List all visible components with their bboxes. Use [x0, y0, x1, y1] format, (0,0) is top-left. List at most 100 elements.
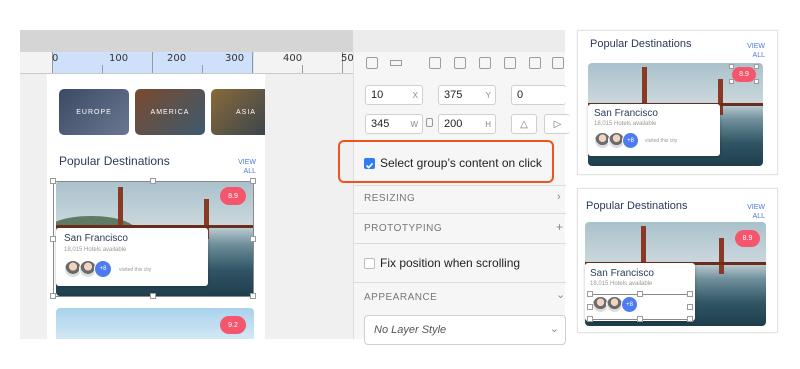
ruler-tick: [102, 65, 103, 73]
view-text: VIEW: [238, 159, 256, 166]
canvas-toolbar-strip: [20, 30, 353, 52]
align-top-icon[interactable]: [429, 57, 441, 69]
divider: [354, 243, 566, 244]
distribute-icon[interactable]: [390, 60, 402, 66]
chevron-right-icon[interactable]: ›: [557, 191, 561, 203]
align-middle-icon[interactable]: [454, 57, 466, 69]
align-vertical-icon[interactable]: [529, 57, 541, 69]
preview-card-unselected: Popular Destinations VIEW ALL 8.9 San Fra…: [577, 30, 778, 175]
appearance-header[interactable]: APPEARANCE: [364, 292, 437, 303]
fix-position-checkbox[interactable]: [364, 258, 375, 269]
resize-handle[interactable]: [50, 178, 56, 184]
hotels-count: 18,015 Hotels available: [594, 121, 657, 127]
height-field[interactable]: 200 H: [438, 114, 496, 134]
highlight-box: [338, 140, 554, 183]
prototyping-header[interactable]: PROTOTYPING: [364, 223, 442, 234]
resize-handle[interactable]: [150, 178, 156, 184]
view-all-link[interactable]: VIEW ALL: [232, 158, 256, 176]
add-icon[interactable]: +: [556, 220, 563, 234]
chevron-down-icon[interactable]: ⌄: [556, 288, 565, 301]
resizing-header[interactable]: RESIZING: [364, 193, 415, 204]
resize-handle[interactable]: [637, 316, 643, 322]
rotation-value: 0: [517, 89, 524, 101]
ruler-selection-range: [52, 52, 254, 73]
inspector-panel: 10 X 375 Y 0 345 W 200 H △ ▷ Select grou…: [353, 52, 570, 345]
resize-handle[interactable]: [50, 293, 56, 299]
align-right-icon[interactable]: [552, 57, 564, 69]
horizontal-ruler: 0 100 200 300 400 50: [20, 52, 353, 74]
resize-handle[interactable]: [250, 178, 256, 184]
layer-style-value: No Layer Style: [374, 324, 447, 336]
ruler-tick: [302, 65, 303, 73]
divider: [354, 282, 566, 283]
resize-handle[interactable]: [587, 316, 593, 322]
width-field[interactable]: 345 W: [365, 114, 423, 134]
ruler-tick: [152, 52, 153, 73]
y-value: 375: [444, 89, 463, 101]
city-name: San Francisco: [590, 268, 654, 279]
fix-position-label: Fix position when scrolling: [380, 256, 521, 270]
resize-handle[interactable]: [637, 291, 643, 297]
y-field[interactable]: 375 Y: [438, 85, 496, 105]
resize-handle[interactable]: [587, 291, 593, 297]
rating-badge: 8.9: [732, 67, 756, 82]
resize-handle[interactable]: [687, 291, 693, 297]
divider: [354, 185, 566, 186]
rotation-field[interactable]: 0: [511, 85, 566, 105]
city-name: San Francisco: [594, 108, 658, 119]
view-all-link[interactable]: VIEW ALL: [743, 42, 765, 60]
height-value: 200: [444, 118, 463, 130]
preview-card-selected: Popular Destinations VIEW ALL 8.9 San Fra…: [577, 188, 778, 333]
artboard[interactable]: EUROPE AMERICA ASIA Popular Destinations…: [47, 74, 265, 339]
resize-handle[interactable]: [687, 316, 693, 322]
city-name: San Francisco: [64, 233, 128, 244]
region-card-asia[interactable]: ASIA: [211, 89, 265, 135]
x-field[interactable]: 10 X: [365, 85, 423, 105]
flip-horizontal-icon: △: [520, 118, 528, 130]
info-card[interactable]: San Francisco 18,015 Hotels available +8…: [56, 228, 208, 286]
width-value: 345: [371, 118, 390, 130]
view-text: VIEW: [747, 43, 765, 50]
align-bottom-icon[interactable]: [479, 57, 491, 69]
flip-vertical-icon: ▷: [553, 118, 562, 130]
chevron-down-icon: ⌄: [549, 323, 559, 335]
bridge-tower: [719, 238, 724, 274]
resize-handle[interactable]: [754, 79, 759, 84]
align-left-icon[interactable]: [366, 57, 378, 69]
ruler-label: 50: [341, 53, 353, 64]
flip-vertical-button[interactable]: ▷: [544, 114, 570, 134]
region-card-europe[interactable]: EUROPE: [59, 89, 129, 135]
resize-handle[interactable]: [587, 304, 593, 310]
layer-style-dropdown[interactable]: No Layer Style ⌄: [364, 315, 566, 345]
view-all-link[interactable]: VIEW ALL: [743, 203, 765, 221]
lock-icon[interactable]: [426, 118, 433, 127]
region-card-america[interactable]: AMERICA: [135, 89, 205, 135]
rating-badge: 8.9: [220, 187, 246, 205]
x-value: 10: [371, 89, 384, 101]
section-title: Popular Destinations: [59, 154, 170, 168]
flip-horizontal-button[interactable]: △: [511, 114, 537, 134]
resize-handle[interactable]: [754, 64, 759, 69]
ruler-label: 400: [283, 53, 303, 64]
info-card[interactable]: San Francisco 18,015 Hotels available +8…: [588, 104, 720, 156]
resize-handle[interactable]: [687, 304, 693, 310]
visited-text: visited this city: [119, 267, 152, 273]
align-center-icon[interactable]: [504, 57, 516, 69]
resize-handle[interactable]: [729, 79, 734, 84]
y-label: Y: [485, 91, 491, 100]
resize-handle[interactable]: [250, 293, 256, 299]
resize-handle[interactable]: [50, 236, 56, 242]
more-visitors-badge: +8: [621, 296, 638, 313]
screenshot-root: 0 100 200 300 400 50 EUROPE AMERICA ASIA…: [0, 0, 800, 369]
resize-handle[interactable]: [729, 64, 734, 69]
region-label: ASIA: [236, 108, 256, 116]
ruler-label: 300: [225, 53, 245, 64]
resize-handle[interactable]: [150, 293, 156, 299]
section-title: Popular Destinations: [590, 38, 692, 50]
height-label: H: [485, 120, 491, 129]
resize-handle[interactable]: [250, 236, 256, 242]
ruler-label: 200: [167, 53, 187, 64]
region-label: EUROPE: [76, 108, 112, 116]
ruler-label: 100: [109, 53, 129, 64]
hotels-count: 18,015 Hotels available: [590, 281, 653, 287]
